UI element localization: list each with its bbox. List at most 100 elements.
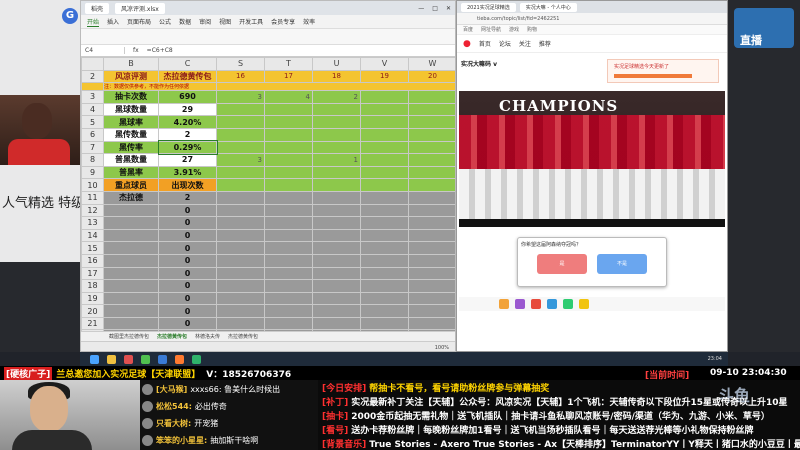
cell[interactable]: 黑球率 xyxy=(103,115,159,129)
cell[interactable] xyxy=(103,241,159,255)
cell[interactable]: 0 xyxy=(158,316,217,331)
gift-icon[interactable] xyxy=(579,299,589,309)
corner-cell[interactable] xyxy=(81,57,104,71)
cell[interactable] xyxy=(216,165,265,180)
name-box[interactable]: C4 xyxy=(85,47,125,54)
cell[interactable] xyxy=(264,153,313,167)
cell[interactable] xyxy=(360,140,409,155)
cell[interactable] xyxy=(216,102,265,117)
row-number[interactable]: 4 xyxy=(81,102,104,117)
ribbon-tab[interactable]: 插入 xyxy=(107,17,119,26)
col-header[interactable]: W xyxy=(408,57,455,71)
cell[interactable] xyxy=(216,304,265,318)
cell[interactable] xyxy=(264,190,313,205)
cell[interactable]: 出现次数 xyxy=(158,178,217,192)
start-icon[interactable] xyxy=(90,354,99,364)
cell[interactable] xyxy=(360,127,409,142)
gift-icon[interactable] xyxy=(547,299,557,309)
cell[interactable]: 黑传率 xyxy=(103,140,159,155)
cell[interactable] xyxy=(216,291,265,306)
ribbon-tab[interactable]: 页面布局 xyxy=(127,17,151,26)
cell[interactable] xyxy=(264,140,313,155)
video-controls[interactable] xyxy=(459,219,725,227)
bookmark-item[interactable]: 网址导航 xyxy=(481,26,501,33)
row-number[interactable]: 6 xyxy=(81,127,104,142)
row-number[interactable]: 15 xyxy=(81,241,104,255)
ribbon-tab[interactable]: 数据 xyxy=(179,17,191,26)
cell[interactable]: 4 xyxy=(264,90,313,104)
cell[interactable] xyxy=(103,216,159,230)
app-icon[interactable] xyxy=(124,354,133,364)
maximize-icon[interactable]: □ xyxy=(432,5,438,12)
cell[interactable]: 3 xyxy=(216,153,265,167)
minimize-icon[interactable]: — xyxy=(418,5,424,12)
cell[interactable] xyxy=(216,203,265,218)
tab-daoke[interactable]: 稻壳 xyxy=(85,2,110,14)
cell[interactable] xyxy=(264,115,313,129)
cell[interactable] xyxy=(408,115,455,129)
cell[interactable] xyxy=(103,253,159,268)
app-icon[interactable] xyxy=(141,354,150,364)
cell[interactable] xyxy=(264,316,313,331)
cell[interactable] xyxy=(408,178,455,192)
col-header[interactable]: V xyxy=(360,57,409,71)
cell[interactable] xyxy=(216,178,265,192)
notice-card[interactable]: 实况足球精选今天更新了 xyxy=(607,59,719,83)
row-number[interactable]: 8 xyxy=(81,153,104,167)
cell[interactable] xyxy=(360,165,409,180)
cell[interactable] xyxy=(103,228,159,243)
cell[interactable] xyxy=(103,291,159,306)
bookmark-item[interactable]: 百度 xyxy=(463,26,473,33)
cell[interactable] xyxy=(360,178,409,192)
ribbon-tab[interactable]: 公式 xyxy=(159,17,171,26)
cell[interactable]: 风凉评测 xyxy=(103,69,159,84)
row-number[interactable]: 11 xyxy=(81,190,104,205)
gift-icon[interactable] xyxy=(515,299,525,309)
cell[interactable] xyxy=(216,216,265,230)
folder-icon[interactable] xyxy=(107,354,116,364)
cell[interactable] xyxy=(408,228,455,243)
cell[interactable] xyxy=(408,102,455,117)
ribbon-tab[interactable]: 会员专享 xyxy=(271,17,295,26)
cell[interactable] xyxy=(312,241,361,255)
cell[interactable]: 16 xyxy=(216,69,265,84)
cell[interactable] xyxy=(216,140,265,155)
app-icon[interactable] xyxy=(158,354,167,364)
cell[interactable] xyxy=(360,90,409,104)
cell[interactable] xyxy=(408,216,455,230)
cell[interactable] xyxy=(360,216,409,230)
cell[interactable] xyxy=(360,228,409,243)
sheet-tab[interactable]: 截图里杰拉德传包 xyxy=(109,333,149,340)
cell[interactable]: 普黑数量 xyxy=(103,153,159,167)
row-number[interactable]: 7 xyxy=(81,140,104,155)
gift-icon[interactable] xyxy=(531,299,541,309)
row-number[interactable]: 17 xyxy=(81,266,104,281)
cell[interactable] xyxy=(216,279,265,293)
cell[interactable]: 19 xyxy=(360,69,409,84)
row-number[interactable]: 9 xyxy=(81,165,104,180)
cell[interactable] xyxy=(408,253,455,268)
bookmark-item[interactable]: 游戏 xyxy=(509,26,519,33)
cell[interactable] xyxy=(264,228,313,243)
cell[interactable] xyxy=(216,241,265,255)
poll-option-yes[interactable]: 是 xyxy=(537,254,587,274)
cell[interactable] xyxy=(360,241,409,255)
poll-dialog[interactable]: 你希望这届阿森纳夺冠吗？ 是 不是 xyxy=(517,237,667,287)
cell[interactable] xyxy=(408,241,455,255)
cell[interactable]: 0 xyxy=(158,228,217,243)
ribbon-tab[interactable]: 视图 xyxy=(219,17,231,26)
cell[interactable] xyxy=(264,304,313,318)
cell[interactable] xyxy=(312,228,361,243)
cell[interactable] xyxy=(216,228,265,243)
cell[interactable] xyxy=(264,266,313,281)
cell[interactable]: 0 xyxy=(158,203,217,218)
formula-input[interactable]: =C6+C8 xyxy=(147,47,173,54)
cell[interactable]: 2 xyxy=(312,90,361,104)
cell[interactable]: 17 xyxy=(264,69,313,84)
cell[interactable]: 普黑率 xyxy=(103,165,159,180)
cell[interactable] xyxy=(408,140,455,155)
site-logo[interactable]: ● xyxy=(463,39,471,49)
app-icon[interactable] xyxy=(175,354,184,364)
cell[interactable] xyxy=(360,279,409,293)
row-number[interactable]: 10 xyxy=(81,178,104,192)
